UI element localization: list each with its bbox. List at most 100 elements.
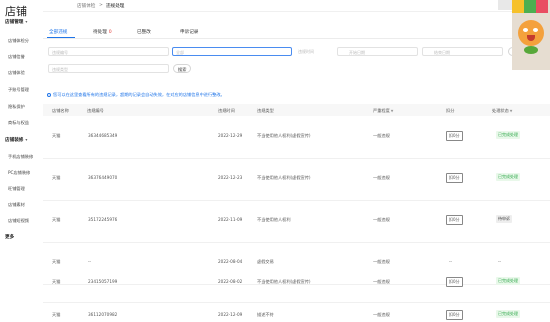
tab-bar: 全部违规 待处理 0 已整改 申诉记录 [43, 24, 550, 39]
sidebar-section-label: 店铺管理 [5, 20, 24, 25]
sidebar-section-more[interactable]: 更多 [5, 234, 14, 240]
violation-no-input[interactable]: 违规编号 [48, 47, 169, 56]
status-badge: 待申诉 [496, 215, 512, 223]
table-row[interactable]: 天猫 36376449070 2022-12-23 不当使用他人权利(虚假宣传)… [43, 158, 550, 201]
main-panel: 店铺体检 > 违规处理 全部违规 待处理 0 已整改 申诉记录 违规编号 全部 违… [43, 0, 550, 322]
breadcrumb-separator: > [99, 3, 103, 8]
status-badge: 已完成处理 [496, 277, 520, 285]
notice-banner: 您可以在这里查看所有的违规记录，超期的记录会自动失效，在对应的店铺信息中进行整改… [47, 92, 225, 98]
cell-violation-type: 描述不符 [257, 312, 274, 317]
status-select[interactable]: 全部 [172, 47, 292, 56]
cell-severity: 一般违规 [373, 259, 390, 264]
cell-severity: 一般违规 [373, 217, 390, 222]
cell-status: -- [498, 259, 502, 264]
cell-store: 天猫 [52, 217, 61, 222]
filter-icon: ▼ [390, 109, 394, 113]
cell-violation-type: 不当使用他人权利 [257, 217, 291, 222]
cell-severity: 一般违规 [373, 133, 390, 138]
cell-violation-no: -- [88, 259, 92, 264]
sidebar-section-store-management[interactable]: 店铺管理 ▾ [5, 19, 27, 25]
cell-violation-no: 36376449070 [88, 175, 118, 180]
tab-appeal-records[interactable]: 申诉记录 [180, 29, 198, 35]
status-badge: 已完成处理 [496, 173, 520, 181]
cell-store: 天猫 [52, 175, 61, 180]
sidebar-section-store-decoration[interactable]: 店铺装修 ▾ [5, 137, 27, 143]
promo-tile [512, 0, 524, 13]
deduction-tag: 扣0分 [446, 310, 463, 320]
sidebar-item-pc-decoration[interactable]: PC店铺装修 [8, 170, 30, 176]
search-button[interactable]: 搜索 [173, 64, 192, 73]
sidebar-item-store-score[interactable]: 店铺体检分 [8, 38, 29, 44]
date-label: 违规时间 [295, 47, 335, 56]
table-row[interactable]: 天猫 36344685349 2022-12-29 不当使用他人权利(虚假宣传)… [43, 116, 550, 159]
info-icon [47, 93, 51, 97]
sidebar: 店铺 店铺管理 ▾ 店铺体检分 店铺信誉 店铺体验 子账号管理 隐私保护 商标与权… [0, 0, 44, 322]
col-violation-type: 违规类型 [257, 108, 274, 113]
sidebar-section-label: 店铺装修 [5, 138, 24, 143]
end-date-placeholder: 结束日期 [434, 50, 450, 55]
cell-store: 天猫 [52, 312, 61, 317]
sidebar-item-sub-accounts[interactable]: 子账号管理 [8, 87, 29, 93]
table-row[interactable]: 天猫 36112070982 2022-12-09 描述不符 一般违规 扣0分 … [43, 302, 550, 322]
filter-icon: ▼ [509, 109, 513, 113]
col-deduction: 扣分 [446, 108, 455, 113]
mascot-icon [518, 20, 544, 46]
cell-violation-time: 2022-08-04 [218, 259, 243, 264]
sidebar-item-store-materials[interactable]: 店铺素材 [8, 202, 25, 208]
sidebar-item-store-credit[interactable]: 店铺信誉 [8, 54, 25, 60]
start-date-input[interactable]: 开始日期 [337, 47, 418, 56]
cell-violation-no: 36112070982 [88, 312, 118, 317]
promo-tile [524, 0, 536, 13]
tab-pending[interactable]: 待处理 0 [93, 29, 112, 35]
sidebar-item-trademark[interactable]: 商标与权益 [8, 120, 29, 126]
col-violation-time: 违规时间 [218, 108, 235, 113]
deduction-tag: 扣0分 [446, 131, 463, 141]
deduction-tag: 扣0分 [446, 173, 463, 183]
sidebar-item-store-videos[interactable]: 店铺短视频 [8, 218, 29, 224]
col-status-label: 处理状态 [492, 108, 509, 113]
col-store: 店铺名称 [52, 108, 69, 113]
cell-severity: 一般违规 [373, 175, 390, 180]
breadcrumb-parent[interactable]: 店铺体检 [77, 3, 95, 9]
table-row[interactable]: 天猫 35172245976 2022-11-09 不当使用他人权利 一般违规 … [43, 200, 550, 243]
cell-deduction: -- [449, 259, 453, 264]
mascot-mouth [527, 35, 535, 41]
cell-store: 天猫 [52, 279, 61, 284]
sidebar-item-mobile-decoration[interactable]: 手机店铺装修 [8, 154, 33, 160]
cell-violation-no: 35172245976 [88, 217, 118, 222]
tab-all-violations[interactable]: 全部违规 [49, 29, 67, 35]
col-severity[interactable]: 严重程度▼ [373, 108, 393, 114]
sidebar-item-store-experience[interactable]: 店铺体验 [8, 70, 25, 76]
table-row[interactable]: 天猫 23415057199 2022-08-02 不当使用他人权利(虚假宣传)… [43, 277, 550, 303]
app-logo: 店铺 [5, 5, 27, 18]
start-date-placeholder: 开始日期 [349, 50, 365, 55]
status-badge: 已完成处理 [496, 131, 520, 139]
col-violation-no: 违规编号 [87, 108, 104, 113]
col-status[interactable]: 处理状态▼ [492, 108, 512, 114]
cell-violation-time: 2022-12-23 [218, 175, 243, 180]
deduction-tag: 扣0分 [446, 215, 463, 225]
cell-violation-no: 36344685349 [88, 133, 118, 138]
violation-type-input[interactable]: 违规类型 [48, 64, 169, 73]
table-header: 店铺名称 违规编号 违规时间 违规类型 严重程度▼ 扣分 处理状态▼ [43, 104, 550, 116]
cell-violation-type: 不当使用他人权利(虚假宣传) [257, 279, 311, 284]
sidebar-item-privacy[interactable]: 隐私保护 [8, 104, 25, 110]
deduction-tag: 扣0分 [446, 277, 463, 287]
cell-severity: 一般违规 [373, 279, 390, 284]
cell-violation-type: 虚假交易 [257, 259, 274, 264]
cell-violation-time: 2022-08-02 [218, 279, 243, 284]
chevron-down-icon: ▾ [25, 137, 28, 142]
cell-severity: 一般违规 [373, 312, 390, 317]
mascot-eye [523, 28, 528, 32]
tab-rectified[interactable]: 已整改 [137, 29, 151, 35]
promo-mascot-panel[interactable] [512, 0, 550, 70]
leaf-icon [524, 46, 538, 54]
end-date-input[interactable]: 结束日期 [422, 47, 503, 56]
chevron-down-icon: ▾ [25, 19, 28, 24]
promo-tile [536, 0, 548, 13]
active-tab-underline [47, 37, 75, 39]
sidebar-item-shop-management[interactable]: 旺铺管理 [8, 186, 25, 192]
notice-text: 您可以在这里查看所有的违规记录，超期的记录会自动失效，在对应的店铺信息中进行整改… [53, 92, 225, 97]
cell-violation-type: 不当使用他人权利(虚假宣传) [257, 133, 311, 138]
col-severity-label: 严重程度 [373, 108, 390, 113]
